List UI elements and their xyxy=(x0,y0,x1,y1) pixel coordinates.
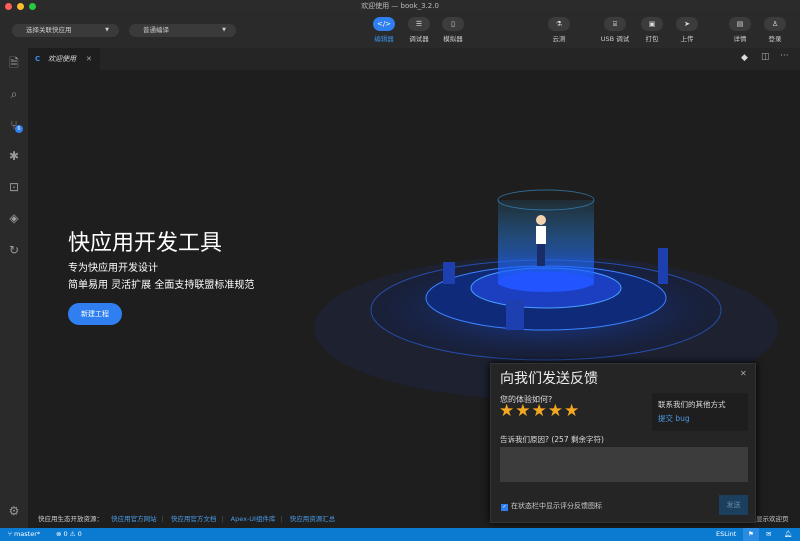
contact-title: 联系我们的其他方式 xyxy=(658,400,726,409)
extensions-icon[interactable]: ⊡ xyxy=(6,179,22,195)
status-bar: ⑂ master* ⊗ 0 ⚠ 0 ESLint ⚑ ✉ 🔔︎ xyxy=(0,528,800,541)
feedback-icon[interactable]: ⚑ xyxy=(743,528,759,541)
welcome-title: 快应用开发工具 xyxy=(68,231,223,256)
resources-label: 快应用生态开放资源： xyxy=(38,515,103,523)
editor-label: 编辑器 xyxy=(374,35,394,43)
link-official-docs[interactable]: 快应用官方文档 xyxy=(171,515,217,523)
more-actions-icon[interactable]: ··· xyxy=(780,51,789,61)
user-icon: ♙ xyxy=(764,17,786,31)
feedback-dialog: 向我们发送反馈 ✕ 您的体验如何? ★★★★★ 联系我们的其他方式 提交 bug… xyxy=(490,363,756,523)
select-app-dropdown[interactable]: 选择关联快应用 ▼ xyxy=(12,24,119,37)
chevron-down-icon: ▼ xyxy=(222,27,226,33)
settings-gear-icon[interactable]: ⚙ xyxy=(6,503,22,519)
link-resources[interactable]: 快应用资源汇总 xyxy=(290,515,336,523)
window-title: 欢迎使用 — book_3.2.0 xyxy=(361,2,439,10)
activity-bar: 🗎 ⌕ ⑂ 6 ✱ ⊡ ◈ ↻ ⚙ xyxy=(0,48,28,528)
document-icon: ▤ xyxy=(729,17,751,31)
details-label: 详情 xyxy=(733,35,747,43)
welcome-subtitle-2: 简单易用 灵活扩展 全面支持联盟标准规范 xyxy=(68,280,255,291)
error-count: 0 xyxy=(63,530,68,538)
upload-label: 上传 xyxy=(680,35,694,43)
chevron-down-icon: ▼ xyxy=(105,27,109,33)
compile-mode-dropdown[interactable]: 普通编译 ▼ xyxy=(129,24,236,37)
usb-debug-label: USB 调试 xyxy=(600,35,630,43)
upload-button[interactable]: ➤ 上传 xyxy=(672,17,702,43)
debugger-button[interactable]: ☰ 调试器 xyxy=(404,17,434,43)
send-button[interactable]: 发送 xyxy=(719,495,748,515)
star-icon[interactable]: ★ xyxy=(515,401,530,421)
simulator-label: 模拟器 xyxy=(443,35,463,43)
editor-button[interactable]: </> 编辑器 xyxy=(369,17,399,43)
branch-indicator[interactable]: ⑂ master* xyxy=(8,528,40,541)
mail-icon[interactable]: ✉ xyxy=(766,528,771,541)
usb-debug-button[interactable]: ⌸ USB 调试 xyxy=(600,17,630,43)
cloud-test-button[interactable]: ⚗ 云测 xyxy=(544,17,574,43)
remote-icon[interactable]: ↻ xyxy=(6,242,22,258)
warning-count: 0 xyxy=(77,530,82,538)
tab-bar: C 欢迎使用 ✕ ◆ ◫ ··· xyxy=(28,48,800,70)
close-icon[interactable]: ✕ xyxy=(86,48,92,70)
minimize-window-button[interactable] xyxy=(17,3,24,10)
scm-badge: 6 xyxy=(15,125,23,133)
resources-bar: 快应用生态开放资源： 快应用官方网站 | 快应用官方文档 | Apex-UI组件库 |… xyxy=(38,515,336,523)
details-button[interactable]: ▤ 详情 xyxy=(725,17,755,43)
new-project-button[interactable]: 新建工程 xyxy=(68,303,122,325)
toolbar: 选择关联快应用 ▼ 普通编译 ▼ </> 编辑器 ☰ 调试器 ▯ 模拟器 ⚗ 云测 ⌸ USB… xyxy=(0,12,800,48)
star-icon[interactable]: ★ xyxy=(499,401,514,421)
star-icon[interactable]: ★ xyxy=(532,401,547,421)
select-app-label: 选择关联快应用 xyxy=(26,26,72,34)
sliders-icon: ☰ xyxy=(408,17,430,31)
show-in-status-label: 在状态栏中显示评分反馈图标 xyxy=(511,502,602,510)
welcome-subtitle-1: 专为快应用开发设计 xyxy=(68,263,158,274)
checkbox-check-icon: ✓ xyxy=(501,504,508,511)
reason-label: 告诉我们原因? (257 剩余字符) xyxy=(500,435,604,444)
simulator-button[interactable]: ▯ 模拟器 xyxy=(438,17,468,43)
star-rating[interactable]: ★★★★★ xyxy=(499,401,580,421)
login-button[interactable]: ♙ 登录 xyxy=(760,17,790,43)
split-editor-icon[interactable]: ◫ xyxy=(761,52,770,62)
package-icon: ▣ xyxy=(641,17,663,31)
title-bar: 欢迎使用 — book_3.2.0 xyxy=(0,0,800,12)
usb-icon: ⌸ xyxy=(604,17,626,31)
close-window-button[interactable] xyxy=(5,3,12,10)
source-control-icon[interactable]: ⑂ 6 xyxy=(6,117,23,133)
star-icon[interactable]: ★ xyxy=(548,401,563,421)
debugger-label: 调试器 xyxy=(409,35,429,43)
send-icon: ➤ xyxy=(676,17,698,31)
link-official-site[interactable]: 快应用官方网站 xyxy=(111,515,157,523)
bell-icon[interactable]: 🔔︎ xyxy=(784,528,792,541)
login-label: 登录 xyxy=(768,35,782,43)
compile-mode-label: 普通编译 xyxy=(143,26,169,34)
open-changes-icon[interactable]: ◆ xyxy=(741,53,748,63)
explorer-icon[interactable]: 🗎 xyxy=(6,55,22,71)
close-icon[interactable]: ✕ xyxy=(740,369,747,378)
package-label: 打包 xyxy=(645,35,659,43)
show-in-status-checkbox[interactable]: ✓ 在状态栏中显示评分反馈图标 xyxy=(501,501,602,511)
package-button[interactable]: ▣ 打包 xyxy=(637,17,667,43)
eslint-status[interactable]: ESLint xyxy=(716,528,736,541)
debug-icon[interactable]: ✱ xyxy=(6,148,22,164)
link-apex-ui[interactable]: Apex-UI组件库 xyxy=(231,515,276,523)
branch-label: master* xyxy=(13,530,41,538)
tab-label: 欢迎使用 xyxy=(48,55,76,63)
reason-textarea[interactable] xyxy=(500,447,748,482)
feedback-title: 向我们发送反馈 xyxy=(500,371,598,387)
submit-bug-link[interactable]: 提交 bug xyxy=(658,413,742,424)
tab-welcome[interactable]: C 欢迎使用 ✕ xyxy=(28,48,100,70)
phone-icon: ▯ xyxy=(442,17,464,31)
star-icon[interactable]: ★ xyxy=(564,401,579,421)
flask-icon: ⚗ xyxy=(548,17,570,31)
search-icon[interactable]: ⌕ xyxy=(6,86,22,102)
code-icon: </> xyxy=(373,17,395,31)
layers-icon[interactable]: ◈ xyxy=(6,210,22,226)
contact-panel: 联系我们的其他方式 提交 bug xyxy=(652,393,748,431)
show-welcome-toggle[interactable]: 显示欢迎页 xyxy=(756,513,789,523)
maximize-window-button[interactable] xyxy=(29,3,36,10)
problems-indicator[interactable]: ⊗ 0 ⚠ 0 xyxy=(56,528,82,541)
cloud-test-label: 云测 xyxy=(552,35,566,43)
app-logo-icon: C xyxy=(35,55,41,63)
